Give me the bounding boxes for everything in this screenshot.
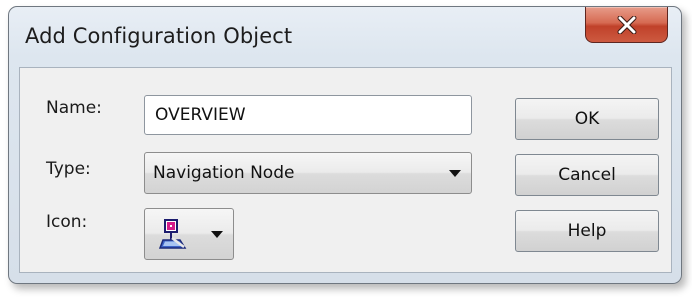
- type-dropdown[interactable]: Navigation Node: [144, 152, 472, 194]
- dialog-client-area: Name: OVERVIEW Type: Navigation Node Ico…: [19, 67, 672, 273]
- name-label: Name:: [46, 98, 102, 118]
- type-label: Type:: [46, 159, 91, 179]
- cancel-button[interactable]: Cancel: [515, 154, 659, 196]
- dialog-title: Add Configuration Object: [25, 24, 293, 48]
- close-x-icon: [617, 15, 636, 34]
- icon-label: Icon:: [46, 212, 88, 232]
- help-button[interactable]: Help: [515, 210, 659, 252]
- navigation-node-icon: [158, 219, 187, 249]
- name-input[interactable]: OVERVIEW: [144, 95, 472, 135]
- title-bar[interactable]: Add Configuration Object: [9, 7, 681, 67]
- chevron-down-icon: [449, 170, 461, 177]
- type-dropdown-value: Navigation Node: [153, 163, 295, 183]
- name-input-value: OVERVIEW: [155, 105, 246, 125]
- chevron-down-icon: [211, 231, 223, 238]
- close-button[interactable]: [585, 7, 668, 43]
- add-configuration-object-dialog: Add Configuration Object Name: OVERVIEW …: [8, 6, 682, 284]
- ok-button[interactable]: OK: [515, 98, 659, 140]
- icon-picker-dropdown[interactable]: [144, 208, 234, 260]
